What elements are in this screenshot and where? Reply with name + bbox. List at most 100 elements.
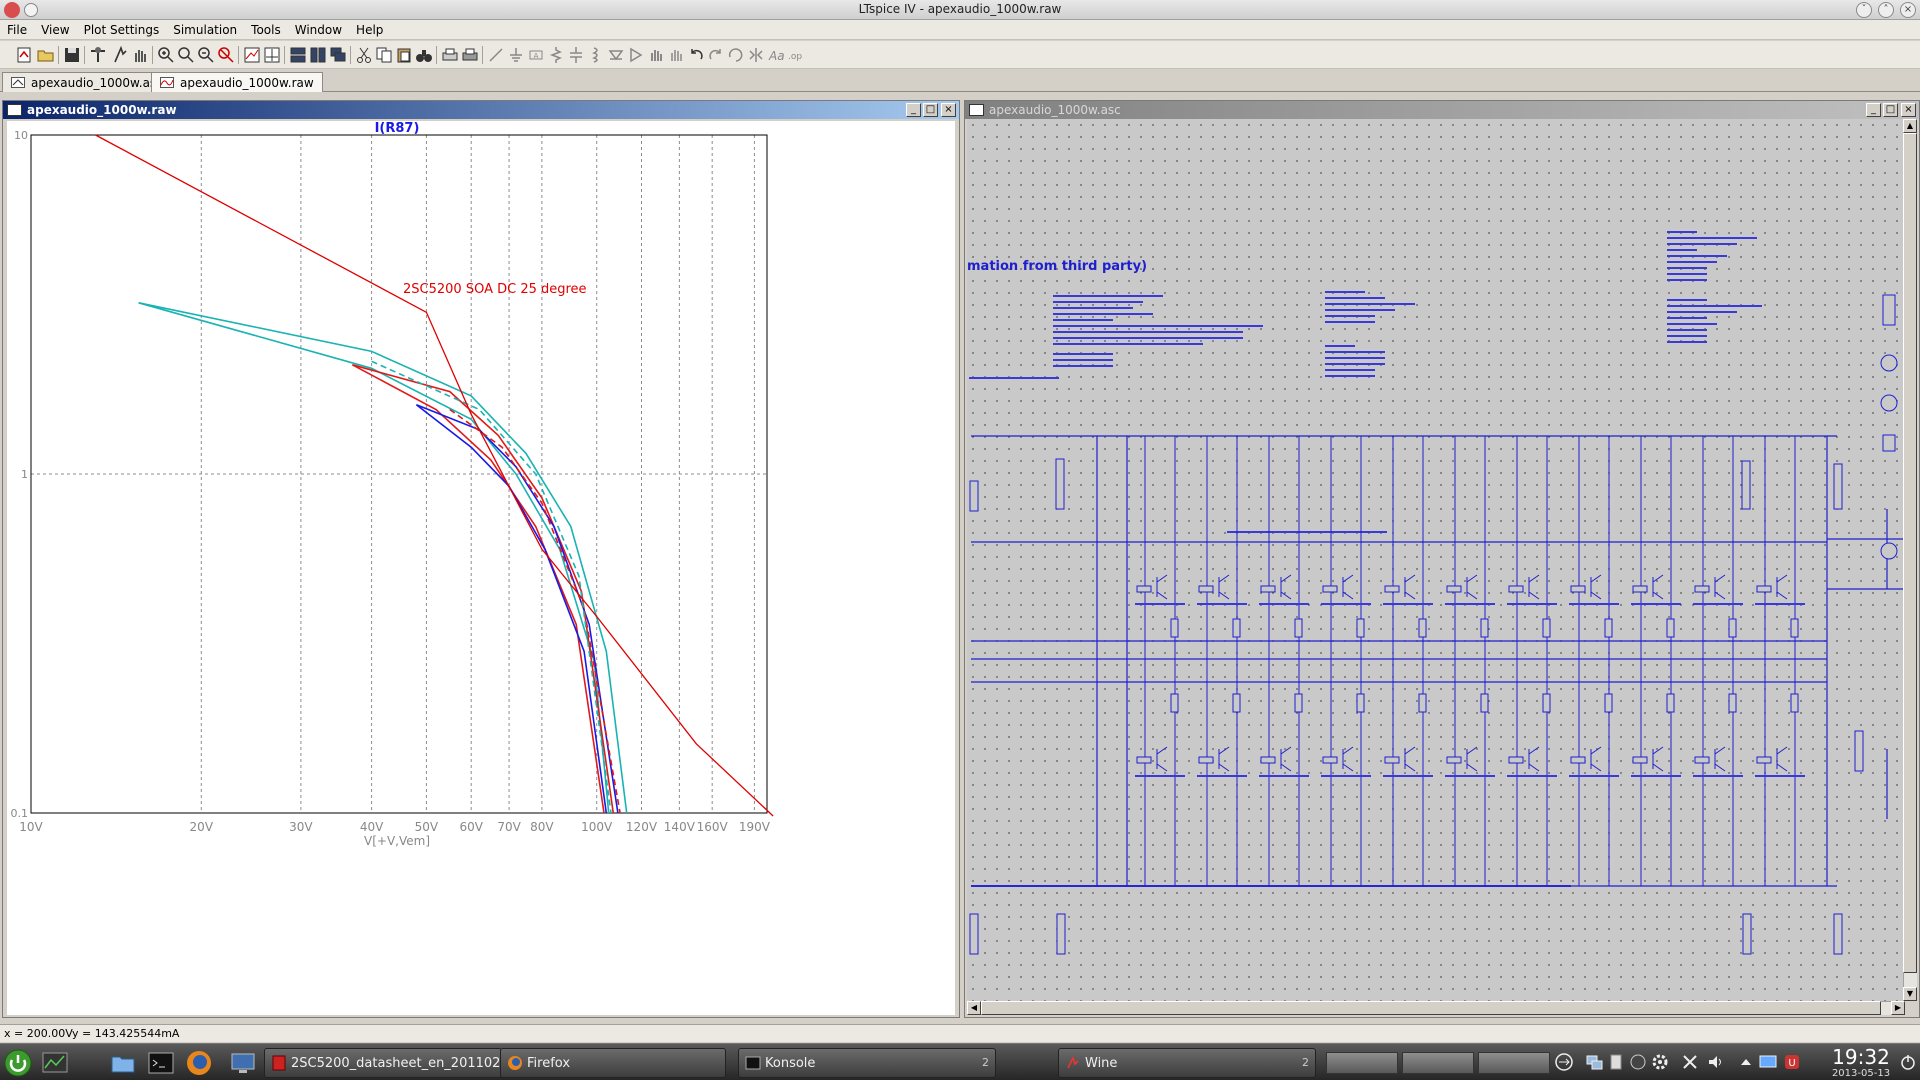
settings-gear-icon[interactable] — [1650, 1052, 1670, 1072]
spice-directive-icon[interactable]: .op — [786, 45, 806, 65]
schematic-canvas[interactable]: mation from third party) — [967, 119, 1905, 1001]
menu-view[interactable]: View — [34, 20, 76, 37]
cascade-icon[interactable] — [328, 45, 348, 65]
output-stages[interactable] — [1135, 436, 1805, 886]
schematic-window-titlebar[interactable]: apexaudio_1000w.asc _ □ × — [965, 101, 1919, 119]
new-schematic-icon[interactable] — [14, 45, 34, 65]
desktop-icon[interactable] — [228, 1048, 258, 1078]
waveform-plot-pane[interactable]: 10V 20V 30V 40V 50V 60V 70V 80V 100V 120V 140V 160V… — [7, 121, 955, 1015]
series-line-2[interactable] — [138, 302, 610, 814]
tray-expand-icon[interactable] — [1736, 1052, 1756, 1072]
label-net-icon[interactable]: A — [526, 45, 546, 65]
scroll-left-button[interactable]: ◀ — [967, 1001, 981, 1015]
device-notifier-icon[interactable] — [1628, 1052, 1648, 1072]
schematic-vertical-scrollbar[interactable]: ▲ ▼ — [1903, 119, 1917, 1001]
clipboard-icon[interactable] — [1606, 1052, 1626, 1072]
network-icon[interactable] — [1584, 1052, 1604, 1072]
schematic-drawing[interactable]: mation from third party) — [967, 119, 1905, 1001]
save-icon[interactable] — [62, 45, 82, 65]
redo-icon[interactable] — [706, 45, 726, 65]
drag-icon[interactable] — [666, 45, 686, 65]
mirror-icon[interactable] — [746, 45, 766, 65]
decoupling-caps[interactable] — [969, 294, 1898, 955]
open-icon[interactable] — [36, 45, 56, 65]
move-icon[interactable] — [646, 45, 666, 65]
tab-waveform[interactable]: apexaudio_1000w.raw — [151, 72, 323, 92]
waveform-window-titlebar[interactable]: apexaudio_1000w.raw _ □ × — [3, 101, 959, 119]
text-icon[interactable]: Aa — [766, 45, 786, 65]
schematic-maximize-button[interactable]: □ — [1883, 103, 1898, 117]
series-line-1[interactable] — [138, 302, 628, 814]
resistor-icon[interactable] — [546, 45, 566, 65]
pan-icon[interactable] — [262, 45, 282, 65]
halt-icon[interactable] — [130, 45, 150, 65]
logout-icon[interactable] — [1898, 1052, 1918, 1072]
zoom-area-icon[interactable] — [176, 45, 196, 65]
update-notifier-icon[interactable]: U — [1782, 1052, 1802, 1072]
print-preview-icon[interactable] — [440, 45, 460, 65]
menu-plot-settings[interactable]: Plot Settings — [77, 20, 167, 37]
virtual-desktop-3[interactable] — [1478, 1052, 1550, 1074]
tools-icon[interactable] — [1680, 1052, 1700, 1072]
clock[interactable]: 19:32 2013-05-13 — [1826, 1046, 1896, 1079]
tile-vertical-icon[interactable] — [308, 45, 328, 65]
control-panel-icon[interactable] — [88, 45, 108, 65]
menu-simulation[interactable]: Simulation — [166, 20, 244, 37]
task-konsole[interactable]: Konsole 2 — [738, 1048, 996, 1078]
task-pdf-viewer[interactable]: 2SC5200_datasheet_en_2011020 — [264, 1048, 509, 1078]
terminal-icon[interactable] — [146, 1048, 176, 1078]
diode-icon[interactable] — [606, 45, 626, 65]
paste-icon[interactable] — [394, 45, 414, 65]
zoom-full-icon[interactable] — [216, 45, 236, 65]
schematic-close-button[interactable]: × — [1901, 103, 1916, 117]
maximize-button[interactable]: ˄ — [1878, 2, 1894, 18]
find-icon[interactable] — [414, 45, 434, 65]
virtual-desktop-1[interactable] — [1326, 1052, 1398, 1074]
series-line-5[interactable] — [416, 404, 619, 814]
tile-horizontal-icon[interactable] — [288, 45, 308, 65]
undo-icon[interactable] — [686, 45, 706, 65]
copy-icon[interactable] — [374, 45, 394, 65]
horizontal-scroll-thumb[interactable] — [981, 1001, 1881, 1015]
system-monitor-icon[interactable] — [40, 1048, 70, 1078]
menu-help[interactable]: Help — [349, 20, 390, 37]
tab-schematic[interactable]: apexaudio_1000w.asc — [2, 72, 172, 92]
run-icon[interactable] — [110, 45, 130, 65]
minimize-button[interactable]: ˇ — [1856, 2, 1872, 18]
waveform-close-button[interactable]: × — [941, 103, 956, 117]
capacitor-icon[interactable] — [566, 45, 586, 65]
soa-chart[interactable]: 10V 20V 30V 40V 50V 60V 70V 80V 100V 120V 140V 160V… — [7, 121, 955, 1015]
print-icon[interactable] — [460, 45, 480, 65]
menu-tools[interactable]: Tools — [244, 20, 288, 37]
task-wine[interactable]: Wine 2 — [1058, 1048, 1316, 1078]
trace-label[interactable]: I(R87) — [375, 121, 420, 136]
cut-icon[interactable] — [354, 45, 374, 65]
usb-icon[interactable] — [1554, 1052, 1574, 1072]
waveform-minimize-button[interactable]: _ — [906, 103, 921, 117]
rotate-icon[interactable] — [726, 45, 746, 65]
component-icon[interactable] — [626, 45, 646, 65]
vertical-scroll-thumb[interactable] — [1903, 133, 1917, 973]
inductor-icon[interactable] — [586, 45, 606, 65]
soa-limit-line[interactable] — [95, 134, 774, 817]
schematic-minimize-button[interactable]: _ — [1866, 103, 1881, 117]
scroll-right-button[interactable]: ▶ — [1891, 1001, 1905, 1015]
ground-icon[interactable] — [506, 45, 526, 65]
volume-icon[interactable] — [1706, 1052, 1726, 1072]
task-firefox[interactable]: Firefox — [500, 1048, 726, 1078]
wire-icon[interactable] — [486, 45, 506, 65]
virtual-desktop-2[interactable] — [1402, 1052, 1474, 1074]
close-button[interactable]: × — [1900, 2, 1916, 18]
display-icon[interactable] — [1758, 1052, 1778, 1072]
autorange-icon[interactable] — [242, 45, 262, 65]
series-line-4[interactable] — [352, 364, 605, 814]
start-menu-icon[interactable] — [2, 1048, 34, 1078]
zoom-in-icon[interactable] — [156, 45, 176, 65]
waveform-maximize-button[interactable]: □ — [923, 103, 938, 117]
menu-file[interactable]: File — [0, 20, 34, 37]
scroll-down-button[interactable]: ▼ — [1903, 987, 1917, 1001]
firefox-launcher-icon[interactable] — [184, 1048, 214, 1078]
zoom-out-icon[interactable] — [196, 45, 216, 65]
scroll-up-button[interactable]: ▲ — [1903, 119, 1917, 133]
file-manager-icon[interactable] — [108, 1048, 138, 1078]
